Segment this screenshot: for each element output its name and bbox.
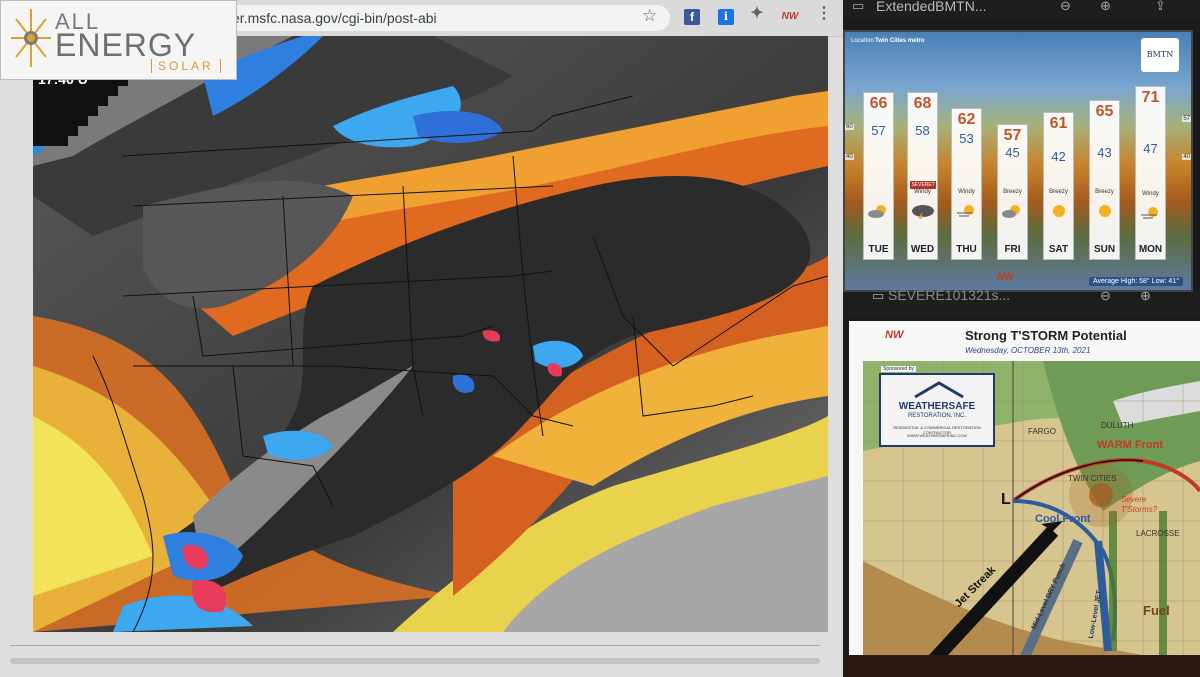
- storm-title: Strong T'STORM Potential: [965, 328, 1127, 343]
- sunny-icon: [1053, 205, 1065, 217]
- warm-front-label: WARM Front: [1097, 439, 1163, 451]
- cool-front-label: Cool Front: [1035, 513, 1091, 525]
- low-temp: 57: [871, 123, 886, 138]
- forecast-day-mon: 71 47 Windy MON: [1135, 86, 1166, 260]
- page-divider: [10, 645, 820, 646]
- partly-sunny-icon: [1002, 205, 1020, 218]
- facebook-extension-icon[interactable]: f: [684, 9, 700, 25]
- guide-label-right-bottom: 40: [1182, 154, 1191, 160]
- forecast-day-fri: 57 45 Breezy FRI: [997, 124, 1028, 260]
- station-footer-logo: NW: [997, 272, 1014, 283]
- zoom-in-icon[interactable]: ⊕: [1100, 0, 1111, 14]
- browser-window: er.msfc.nasa.gov/cgi-bin/post-abi ☆ f i …: [0, 0, 843, 677]
- condition-label: Windy: [914, 189, 931, 195]
- low-temp: 42: [1051, 149, 1066, 164]
- window-icon[interactable]: ▭: [872, 288, 884, 304]
- browser-menu-icon[interactable]: ⋮: [816, 6, 832, 22]
- high-temp: 71: [1141, 89, 1160, 106]
- day-label: FRI: [1004, 244, 1021, 255]
- severe-window-title[interactable]: SEVERE101321s...: [888, 287, 1010, 303]
- storm-cloud-icon: [912, 205, 934, 219]
- zoom-out-icon[interactable]: ⊖: [1100, 288, 1111, 304]
- day-label: MON: [1138, 244, 1163, 255]
- url-text[interactable]: er.msfc.nasa.gov/cgi-bin/post-abi: [232, 10, 437, 26]
- low-temp: 43: [1097, 145, 1112, 160]
- city-duluth: DULUTH: [1101, 421, 1134, 430]
- high-temp: 65: [1095, 103, 1114, 120]
- day-label: WED: [910, 244, 935, 255]
- forecast-day-tue: 66 57 TUE: [863, 92, 894, 260]
- share-icon[interactable]: ⇪: [1155, 0, 1166, 14]
- storm-map: Sponsored by WEATHERSAFE RESTORATION, IN…: [863, 361, 1200, 677]
- high-temp: 68: [913, 95, 932, 112]
- nw-extension-icon[interactable]: NW: [778, 9, 802, 25]
- info-extension-icon[interactable]: i: [718, 9, 734, 25]
- location-name: Twin Cities metro: [875, 38, 925, 44]
- forecast-window-title[interactable]: ExtendedBMTN...: [876, 0, 987, 14]
- city-fargo: FARGO: [1028, 427, 1057, 436]
- sponsor-name: WEATHERSAFE: [898, 401, 976, 412]
- guide-label-bottom: 40: [845, 154, 854, 160]
- storm-subtitle: Wednesday, OCTOBER 13th, 2021: [965, 346, 1091, 355]
- condition-label: Breezy: [1049, 189, 1068, 195]
- condition-label: Breezy: [1003, 189, 1022, 195]
- horizontal-scrollbar[interactable]: [10, 658, 820, 664]
- city-lacrosse: LACROSSE: [1136, 529, 1180, 538]
- day-label: SUN: [1093, 244, 1116, 255]
- extensions-puzzle-icon[interactable]: ✦: [749, 6, 765, 22]
- fuel-label: Fuel: [1143, 603, 1170, 618]
- sponsor-url: WWW.WEATHERSAFEINC.COM: [907, 433, 967, 438]
- satellite-image: [33, 36, 828, 632]
- house-roof-icon: [914, 381, 964, 399]
- video-strip: [843, 655, 1200, 677]
- condition-label: Windy: [1142, 191, 1159, 197]
- sponsor-badge: Sponsored by WEATHERSAFE RESTORATION, IN…: [879, 366, 995, 447]
- guide-label-right-top: 57: [1182, 116, 1191, 122]
- high-temp: 66: [869, 95, 888, 112]
- low-pressure-label: L: [1001, 491, 1011, 508]
- forecast-day-wed: 68 58 SEVERE? Windy WED: [907, 92, 938, 260]
- low-temp: 58: [915, 123, 930, 138]
- zoom-in-icon[interactable]: ⊕: [1140, 288, 1151, 304]
- low-temp: 47: [1143, 141, 1158, 156]
- all-energy-solar-logo: ALL ENERGY SOLAR: [0, 0, 237, 80]
- high-temp: 62: [957, 111, 976, 128]
- sun-cloud-icon: [868, 205, 886, 218]
- condition-label: Windy: [958, 189, 975, 195]
- window-icon[interactable]: ▭: [852, 0, 864, 14]
- high-temp: 61: [1049, 115, 1068, 132]
- forecast-day-sun: 65 43 Breezy SUN: [1089, 100, 1120, 260]
- station-logo: NW: [885, 329, 904, 341]
- tstorms-label: T'Storms?: [1121, 505, 1158, 514]
- sun-burst-icon: [11, 9, 51, 67]
- extended-forecast-graphic: Location: Twin Cities metro BMTN 60 40 5…: [843, 30, 1193, 292]
- sponsor-subtitle: RESTORATION, INC.: [907, 413, 967, 419]
- sponsor-label: Sponsored by: [881, 366, 916, 372]
- storm-potential-graphic: NW Strong T'STORM Potential Wednesday, O…: [849, 321, 1200, 677]
- day-label: TUE: [868, 244, 889, 255]
- city-twin-cities: TWIN CITIES: [1068, 474, 1117, 483]
- wind-sun-icon: [957, 205, 974, 217]
- severe-label: Severe: [1121, 495, 1147, 504]
- sunny-icon: [1099, 205, 1111, 217]
- location-label: Location:: [851, 38, 876, 44]
- condition-label: Breezy: [1095, 189, 1114, 195]
- low-temp: 45: [1005, 145, 1020, 160]
- station-logo: BMTN: [1141, 38, 1179, 72]
- day-label: THU: [956, 244, 977, 255]
- high-temp: 57: [1003, 127, 1022, 144]
- day-label: SAT: [1048, 244, 1069, 255]
- wind-sun-icon: [1141, 207, 1158, 219]
- average-temps: Average High: 58° Low: 41°: [1088, 277, 1183, 286]
- forecast-day-thu: 62 53 Windy THU: [951, 108, 982, 260]
- forecast-day-sat: 61 42 Breezy SAT: [1043, 112, 1074, 260]
- low-temp: 53: [959, 131, 974, 146]
- bookmark-star-icon[interactable]: ☆: [642, 6, 657, 26]
- guide-label-top: 60: [845, 124, 854, 130]
- severe-alert-badge: SEVERE?: [910, 181, 936, 189]
- logo-solar-text: SOLAR: [151, 59, 221, 73]
- zoom-out-icon[interactable]: ⊖: [1060, 0, 1071, 14]
